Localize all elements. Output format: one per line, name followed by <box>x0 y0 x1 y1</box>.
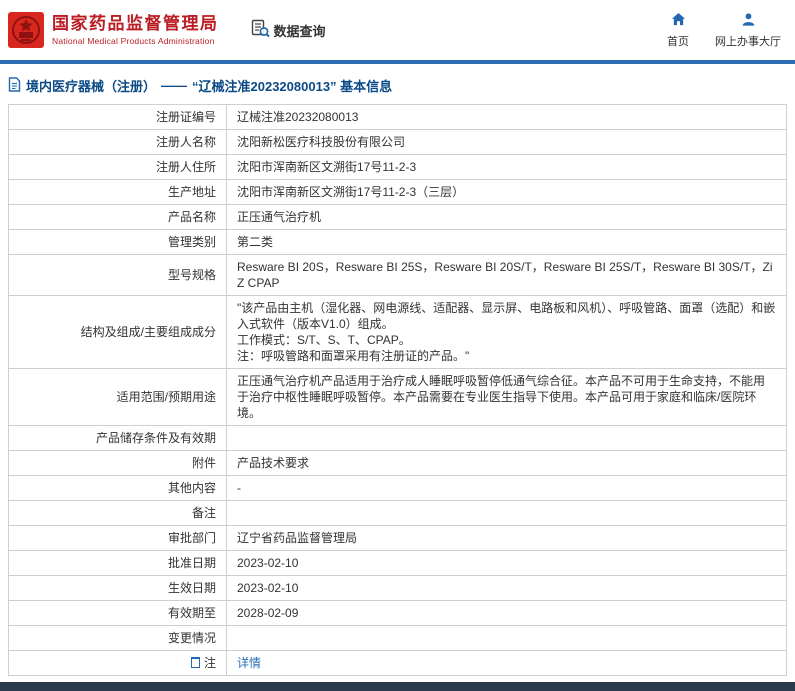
row-label: 产品储存条件及有效期 <box>8 425 227 451</box>
page-title: 境内医疗器械（注册） —— “辽械注准20232080013” 基本信息 <box>0 64 795 104</box>
table-row: 管理类别 第二类 <box>8 229 787 255</box>
table-row: 注详情 <box>8 650 787 676</box>
table-row: 适用范围/预期用途 正压通气治疗机产品适用于治疗成人睡眠呼吸暂停低通气综合征。本产… <box>8 368 787 426</box>
home-icon <box>671 12 686 30</box>
site-title: 国家药品监督管理局 <box>52 14 219 33</box>
row-value: 第二类 <box>226 229 787 255</box>
row-label: 适用范围/预期用途 <box>8 368 227 426</box>
detail-link[interactable]: 详情 <box>237 656 261 670</box>
row-value: 2023-02-10 <box>226 550 787 576</box>
row-label: 附件 <box>8 450 227 476</box>
row-label: 变更情况 <box>8 625 227 651</box>
page-title-dash: —— <box>161 78 188 93</box>
table-row: 其他内容 - <box>8 475 787 501</box>
document-icon <box>8 76 21 95</box>
row-label: 其他内容 <box>8 475 227 501</box>
row-value: 正压通气治疗机产品适用于治疗成人睡眠呼吸暂停低通气综合征。本产品不可用于生命支持… <box>226 368 787 426</box>
row-label: 注 <box>8 650 227 676</box>
row-value: 详情 <box>226 650 787 676</box>
national-emblem-logo <box>8 12 44 48</box>
info-table-body: 注册证编号 辽械注准20232080013 注册人名称 沈阳新松医疗科技股份有限公司注… <box>8 104 787 676</box>
table-row: 附件 产品技术要求 <box>8 450 787 476</box>
row-value <box>226 625 787 651</box>
row-value: 辽宁省药品监督管理局 <box>226 525 787 551</box>
table-row: 结构及组成/主要组成成分 "该产品由主机（湿化器、网电源线、适配器、显示屏、电路板… <box>8 295 787 369</box>
row-label: 有效期至 <box>8 600 227 626</box>
table-row: 产品名称 正压通气治疗机 <box>8 204 787 230</box>
data-query-tab[interactable]: 数据查询 <box>251 19 326 41</box>
row-value: 沈阳新松医疗科技股份有限公司 <box>226 129 787 155</box>
info-table: 注册证编号 辽械注准20232080013 注册人名称 沈阳新松医疗科技股份有限公司注… <box>8 104 787 676</box>
footer-bar <box>0 682 795 691</box>
row-label: 型号规格 <box>8 254 227 296</box>
row-label: 批准日期 <box>8 550 227 576</box>
row-label: 产品名称 <box>8 204 227 230</box>
table-row: 变更情况 <box>8 625 787 651</box>
table-row: 注册证编号 辽械注准20232080013 <box>8 104 787 130</box>
row-value: Resware BI 20S，Resware BI 25S，Resware BI… <box>226 254 787 296</box>
table-row: 型号规格 Resware BI 20S，Resware BI 25S，Reswar… <box>8 254 787 296</box>
nav-home-label: 首页 <box>667 35 689 48</box>
row-value: 正压通气治疗机 <box>226 204 787 230</box>
table-row: 审批部门 辽宁省药品监督管理局 <box>8 525 787 551</box>
row-label: 备注 <box>8 500 227 526</box>
table-row: 生效日期 2023-02-10 <box>8 575 787 601</box>
row-label: 注册人住所 <box>8 154 227 180</box>
nav-online-hall[interactable]: 网上办事大厅 <box>715 12 781 49</box>
site-header: 国家药品监督管理局 National Medical Products Admi… <box>0 0 795 60</box>
table-row: 生产地址 沈阳市浑南新区文溯街17号11-2-3（三层） <box>8 179 787 205</box>
user-icon <box>741 12 756 30</box>
row-label: 注册人名称 <box>8 129 227 155</box>
table-row: 备注 <box>8 500 787 526</box>
page-title-name: “辽械注准20232080013” 基本信息 <box>192 79 393 94</box>
top-nav: 首页 网上办事大厅 <box>667 12 781 49</box>
row-value <box>226 500 787 526</box>
row-value: 沈阳市浑南新区文溯街17号11-2-3（三层） <box>226 179 787 205</box>
row-label: 审批部门 <box>8 525 227 551</box>
nav-online-hall-label: 网上办事大厅 <box>715 35 781 48</box>
table-row: 批准日期 2023-02-10 <box>8 550 787 576</box>
row-value: 产品技术要求 <box>226 450 787 476</box>
row-label: 生产地址 <box>8 179 227 205</box>
row-value: "该产品由主机（湿化器、网电源线、适配器、显示屏、电路板和风机）、呼吸管路、面罩… <box>226 295 787 369</box>
table-row: 注册人住所 沈阳市浑南新区文溯街17号11-2-3 <box>8 154 787 180</box>
data-query-icon <box>251 19 270 41</box>
data-query-label: 数据查询 <box>273 23 326 39</box>
row-label: 注册证编号 <box>8 104 227 130</box>
site-subtitle: National Medical Products Administration <box>52 36 215 46</box>
table-row: 有效期至 2028-02-09 <box>8 600 787 626</box>
table-row: 注册人名称 沈阳新松医疗科技股份有限公司 <box>8 129 787 155</box>
row-label: 管理类别 <box>8 229 227 255</box>
row-value: 辽械注准20232080013 <box>226 104 787 130</box>
nav-home[interactable]: 首页 <box>667 12 689 49</box>
row-label: 生效日期 <box>8 575 227 601</box>
row-value: - <box>226 475 787 501</box>
row-value: 2028-02-09 <box>226 600 787 626</box>
page-title-prefix: 境内医疗器械（注册） <box>26 79 157 94</box>
table-row: 产品储存条件及有效期 <box>8 425 787 451</box>
row-label: 结构及组成/主要组成成分 <box>8 295 227 369</box>
note-icon <box>190 657 200 668</box>
row-value: 沈阳市浑南新区文溯街17号11-2-3 <box>226 154 787 180</box>
row-value <box>226 425 787 451</box>
row-value: 2023-02-10 <box>226 575 787 601</box>
